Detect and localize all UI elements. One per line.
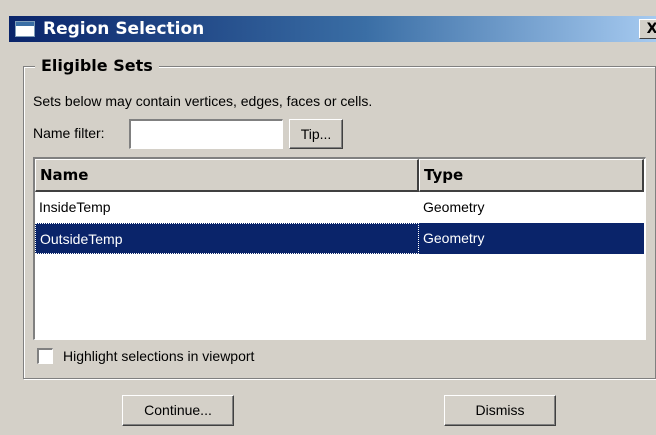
row-type-cell: Geometry — [423, 199, 485, 215]
window-icon — [15, 21, 35, 37]
column-header-name[interactable]: Name — [35, 159, 419, 192]
group-description: Sets below may contain vertices, edges, … — [33, 93, 373, 109]
dismiss-button[interactable]: Dismiss — [444, 395, 556, 426]
continue-button[interactable]: Continue... — [122, 395, 234, 426]
region-selection-dialog: Region Selection X Eligible Sets Sets be… — [0, 0, 656, 435]
window-title: Region Selection — [43, 19, 205, 39]
sets-table: Name Type InsideTemp Geometry OutsideTem… — [33, 157, 646, 340]
close-icon: X — [646, 21, 656, 37]
row-type-cell: Geometry — [423, 230, 485, 246]
column-header-type[interactable]: Type — [419, 159, 644, 192]
table-header: Name Type — [35, 159, 644, 192]
table-row[interactable]: InsideTemp Geometry — [35, 192, 644, 223]
row-name-cell: OutsideTemp — [35, 223, 419, 254]
highlight-checkbox[interactable] — [37, 348, 53, 364]
highlight-label: Highlight selections in viewport — [63, 348, 255, 364]
name-filter-input[interactable] — [129, 119, 283, 149]
title-bar: Region Selection X — [9, 16, 656, 42]
table-row-selected[interactable]: OutsideTemp Geometry — [35, 223, 644, 254]
close-button[interactable]: X — [639, 19, 656, 39]
tip-button[interactable]: Tip... — [289, 119, 343, 149]
row-name-cell: InsideTemp — [39, 199, 111, 215]
group-title: Eligible Sets — [35, 56, 159, 75]
name-filter-label: Name filter: — [33, 125, 105, 141]
